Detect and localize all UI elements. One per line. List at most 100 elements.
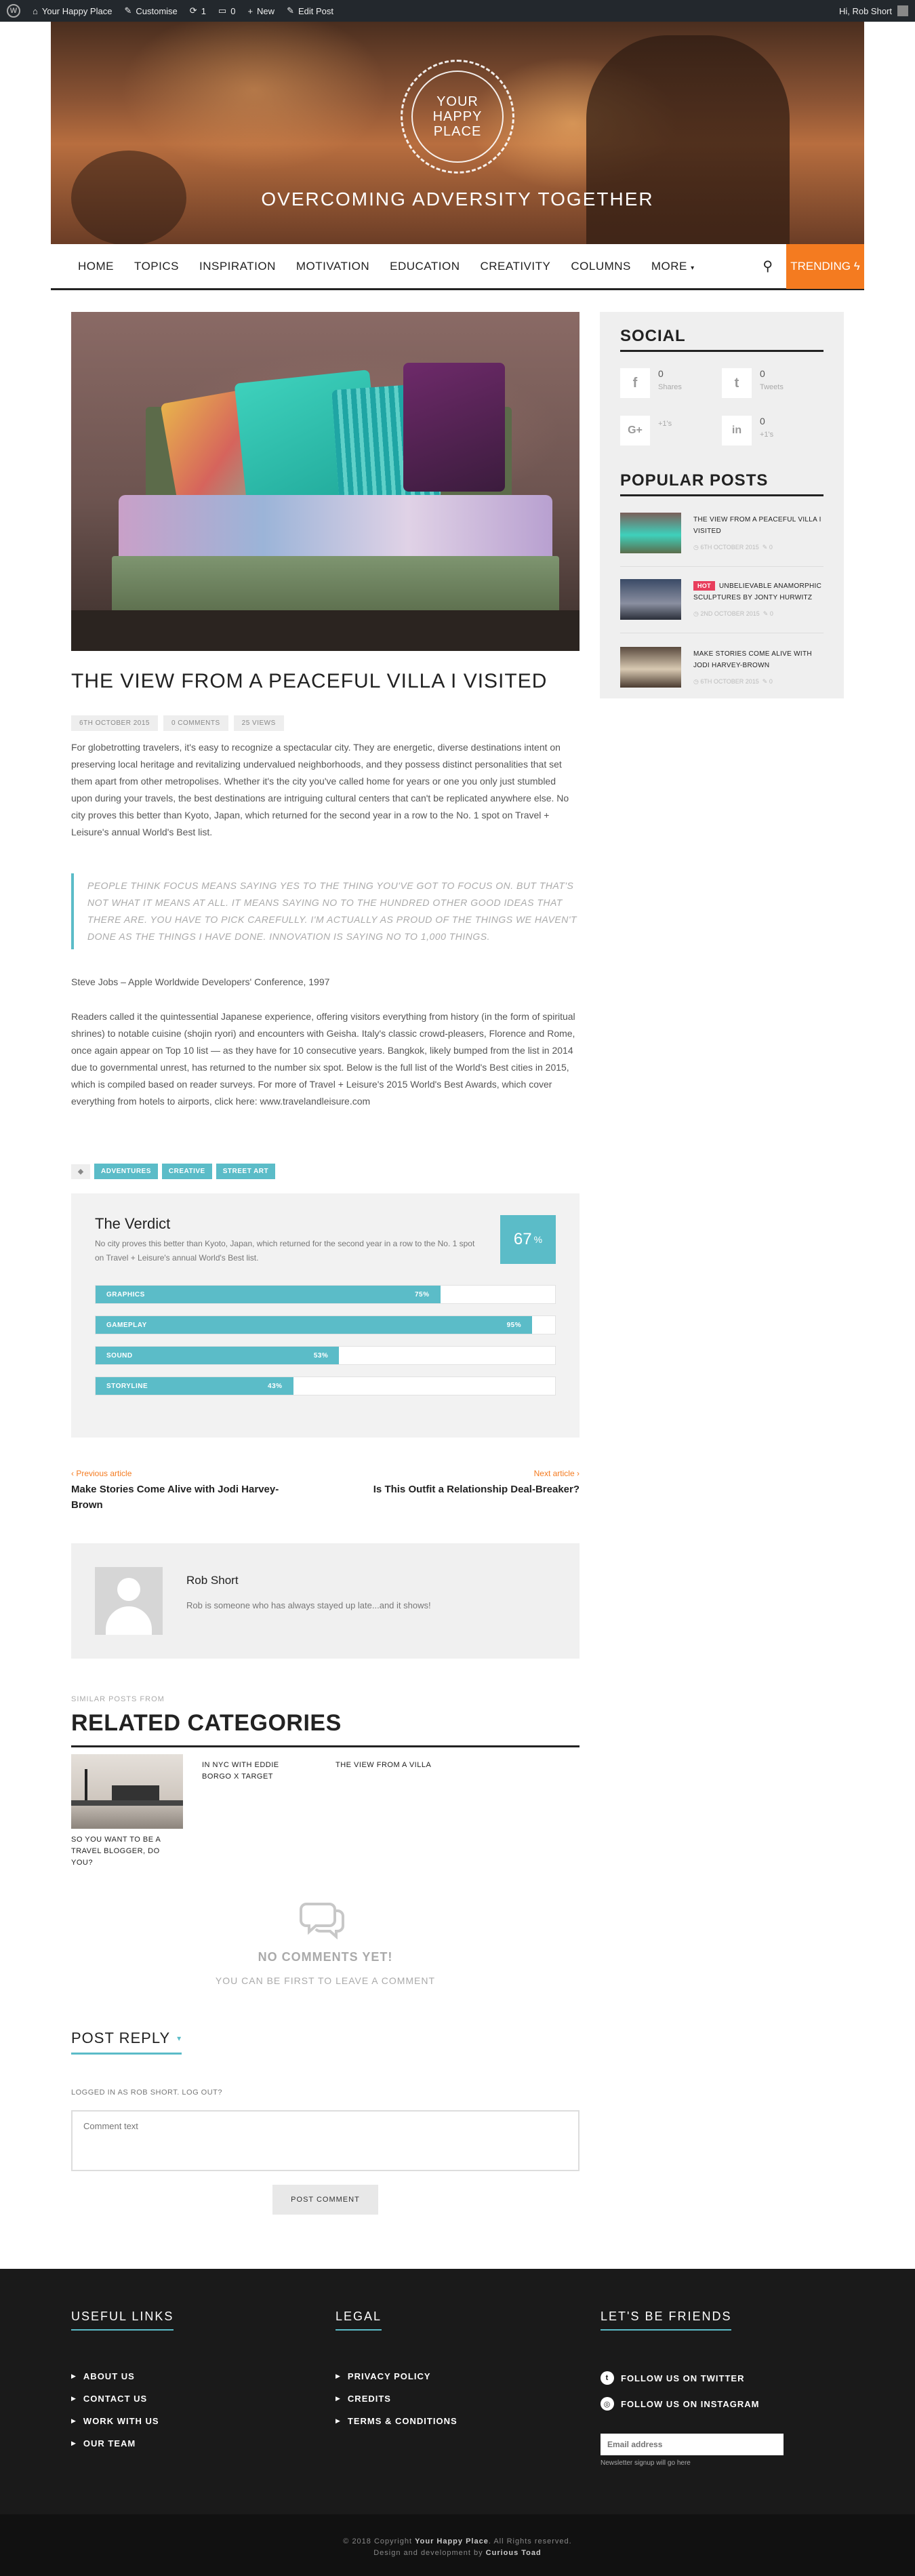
credit-line: Design and development by Curious Toad [0, 2548, 915, 2559]
popular-post-item[interactable]: MAKE STORIES COME ALIVE WITH JODI HARVEY… [620, 647, 824, 701]
popular-post-meta: ◷ 6TH OCTOBER 2015 ✎ 0 [693, 678, 773, 686]
popular-post-thumbnail[interactable] [620, 647, 681, 688]
author-bio: Rob is someone who has always stayed up … [186, 1600, 431, 1610]
edit-post-link[interactable]: ✎ Edit Post [287, 5, 333, 16]
tag-creative[interactable]: CREATIVE [161, 1164, 212, 1179]
social-linkedin[interactable]: in 0 +1's [722, 416, 824, 445]
copyright-site[interactable]: Your Happy Place [415, 2537, 489, 2545]
credit-name[interactable]: Curious Toad [486, 2549, 542, 2557]
popular-post-comments: 0 [769, 610, 773, 617]
previous-article-link[interactable]: ‹ Previous article Make Stories Come Ali… [71, 1469, 302, 1513]
rating-bar-fill: GRAPHICS 75% [96, 1286, 441, 1303]
footer-link-credits[interactable]: ▶ CREDITS [336, 2394, 458, 2404]
footer-useful-links: USEFUL LINKS ▶ ABOUT US ▶ CONTACT US ▶ WORK… [71, 2310, 174, 2449]
footer-friends: LET'S BE FRIENDS t FOLLOW US ON TWITTER ◎… [601, 2310, 759, 2411]
popular-post-item[interactable]: THE VIEW FROM A PEACEFUL VILLA I VISITED… [620, 513, 824, 567]
nav-item-columns[interactable]: COLUMNS [571, 260, 631, 273]
tag-icon: ◆ [71, 1164, 90, 1179]
rating-value: 43% [268, 1382, 283, 1390]
chevron-down-icon: ▾ [177, 2034, 182, 2043]
post-comment-button[interactable]: POST COMMENT [272, 2185, 378, 2215]
account-menu[interactable]: Hi, Rob Short [839, 5, 908, 16]
facebook-icon[interactable]: f [620, 368, 650, 398]
social-count: 0 [760, 416, 765, 427]
google-plus-icon[interactable]: G+ [620, 416, 650, 445]
triangle-right-icon: ▶ [336, 2417, 341, 2424]
search-icon[interactable]: ⚲ [762, 258, 773, 275]
popular-post-item[interactable]: HOT UNBELIEVABLE ANAMORPHIC SCULPTURES BY… [620, 579, 824, 633]
social-facebook[interactable]: f 0 Shares [620, 368, 722, 398]
views-count-chip: 25 VIEWS [233, 715, 284, 731]
footer-link-about[interactable]: ▶ ABOUT US [71, 2371, 174, 2381]
footer-link-terms[interactable]: ▶ TERMS & CONDITIONS [336, 2416, 458, 2426]
related-item[interactable]: THE VIEW FROM A VILLA [336, 1760, 437, 1771]
author-name[interactable]: Rob Short [186, 1574, 239, 1587]
related-thumbnail[interactable] [71, 1754, 183, 1829]
comments-count-chip[interactable]: 0 COMMENTS [163, 715, 228, 731]
clock-icon: ◷ [693, 610, 699, 617]
rating-label: GRAPHICS [106, 1290, 145, 1299]
site-tagline: OVERCOMING ADVERSITY TOGETHER [261, 189, 654, 210]
next-article-link[interactable]: Next article › Is This Outfit a Relation… [349, 1469, 580, 1497]
comment-icon: ✎ [762, 678, 768, 685]
footer-instagram-link[interactable]: ◎ FOLLOW US ON INSTAGRAM [601, 2397, 759, 2411]
nav-item-topics[interactable]: TOPICS [134, 260, 179, 273]
image-sofa-base [112, 556, 559, 617]
footer-link-work[interactable]: ▶ WORK WITH US [71, 2416, 174, 2426]
footer-link-team[interactable]: ▶ OUR TEAM [71, 2438, 174, 2449]
footer-link-contact[interactable]: ▶ CONTACT US [71, 2394, 174, 2404]
tag-street-art[interactable]: STREET ART [216, 1164, 276, 1179]
popular-post-title[interactable]: MAKE STORIES COME ALIVE WITH JODI HARVEY… [693, 648, 822, 671]
wordpress-menu[interactable]: W [7, 4, 20, 18]
related-item[interactable]: SO YOU WANT TO BE A TRAVEL BLOGGER, DO Y… [71, 1834, 183, 1869]
site-logo[interactable]: YOUR HAPPY PLACE [401, 60, 514, 174]
newsletter-email-input[interactable] [601, 2434, 784, 2455]
comment-textarea[interactable] [71, 2110, 580, 2171]
footer-link-label: FOLLOW US ON TWITTER [621, 2373, 745, 2383]
footer-twitter-link[interactable]: t FOLLOW US ON TWITTER [601, 2371, 759, 2385]
admin-bar: W ⌂ Your Happy Place ✎ Customise ⟳ 1 ▭ 0 + Ne… [0, 0, 915, 22]
popular-post-comments: 0 [769, 544, 773, 551]
linkedin-icon[interactable]: in [722, 416, 752, 445]
home-icon: ⌂ [33, 5, 38, 16]
social-heading: SOCIAL [620, 327, 824, 352]
popular-post-comments: 0 [769, 678, 773, 685]
popular-post-thumbnail[interactable] [620, 513, 681, 553]
image-pillow [403, 363, 505, 492]
social-google-plus[interactable]: G+ +1's [620, 416, 722, 445]
nav-item-motivation[interactable]: MOTIVATION [296, 260, 369, 273]
author-box: Rob Short Rob is someone who has always … [71, 1543, 580, 1659]
logged-in-text[interactable]: LOGGED IN AS ROB SHORT. LOG OUT? [71, 2088, 222, 2097]
site-name-link[interactable]: ⌂ Your Happy Place [33, 6, 112, 16]
related-item[interactable]: IN NYC WITH EDDIE BORGO X TARGET [202, 1760, 290, 1783]
twitter-icon[interactable]: t [722, 368, 752, 398]
nav-item-creativity[interactable]: CREATIVITY [480, 260, 550, 273]
nav-item-more[interactable]: MORE ▾ [651, 260, 695, 273]
nav-item-inspiration[interactable]: INSPIRATION [199, 260, 276, 273]
triangle-right-icon: ▶ [71, 2395, 77, 2402]
updates-link[interactable]: ⟳ 1 [190, 5, 206, 16]
tag-adventures[interactable]: ADVENTURES [94, 1164, 158, 1179]
popular-post-date: 2ND OCTOBER 2015 [700, 610, 760, 617]
post-reply-heading[interactable]: POST REPLY ▾ [71, 2029, 182, 2055]
nav-item-home[interactable]: HOME [78, 260, 114, 273]
site-name-label: Your Happy Place [41, 5, 113, 16]
edit-post-label: Edit Post [298, 5, 333, 16]
clock-icon: ◷ [693, 678, 699, 685]
footer-link-label: FOLLOW US ON INSTAGRAM [621, 2398, 760, 2409]
trending-button[interactable]: TRENDING ϟ [786, 243, 864, 289]
logo-line: PLACE [433, 124, 482, 139]
brush-icon: ✎ [124, 5, 132, 16]
comments-link[interactable]: ▭ 0 [218, 5, 236, 16]
popular-post-title[interactable]: THE VIEW FROM A PEACEFUL VILLA I VISITED [693, 514, 822, 537]
post-date: 6TH OCTOBER 2015 [71, 715, 158, 731]
customise-link[interactable]: ✎ Customise [124, 5, 177, 16]
copyright-prefix: © 2018 Copyright [343, 2537, 413, 2545]
footer-link-privacy[interactable]: ▶ PRIVACY POLICY [336, 2371, 458, 2381]
nav-item-education[interactable]: EDUCATION [390, 260, 460, 273]
social-twitter[interactable]: t 0 Tweets [722, 368, 824, 398]
banner-person-shape [586, 35, 790, 244]
popular-post-thumbnail[interactable] [620, 579, 681, 620]
new-content-link[interactable]: + New [247, 6, 274, 16]
popular-post-title[interactable]: HOT UNBELIEVABLE ANAMORPHIC SCULPTURES BY… [693, 580, 822, 603]
